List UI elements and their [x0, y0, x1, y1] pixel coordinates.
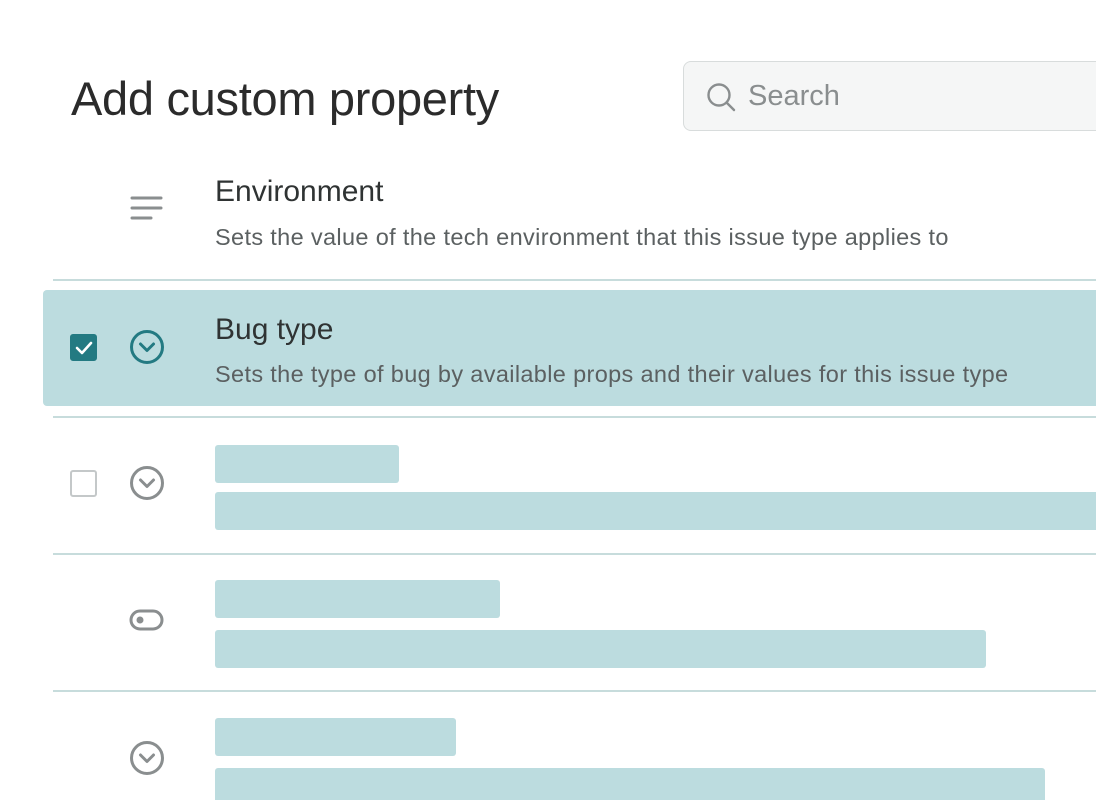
skeleton-description: [215, 492, 1096, 530]
property-title: Bug type: [215, 313, 334, 346]
chevron-down-circle-icon: [128, 328, 166, 366]
search-input[interactable]: [748, 74, 1088, 118]
row-divider: [53, 279, 1096, 281]
property-title: Environment: [215, 175, 384, 208]
row-divider: [53, 690, 1096, 692]
skeleton-description: [215, 768, 1045, 800]
row-divider: [53, 416, 1096, 418]
skeleton-title: [215, 445, 399, 483]
bug-type-checkbox[interactable]: [70, 334, 97, 361]
page-title: Add custom property: [71, 72, 499, 125]
property-checkbox[interactable]: [70, 470, 97, 497]
chevron-down-circle-icon: [128, 464, 166, 502]
text-lines-icon: [128, 190, 166, 228]
search-box[interactable]: [683, 61, 1096, 131]
search-icon: [706, 82, 736, 112]
property-description: Sets the type of bug by available props …: [215, 361, 1009, 387]
property-description: Sets the value of the tech environment t…: [215, 224, 949, 250]
skeleton-title: [215, 580, 500, 618]
row-divider: [53, 553, 1096, 555]
skeleton-title: [215, 718, 456, 756]
skeleton-description: [215, 630, 986, 668]
toggle-icon: [128, 601, 166, 639]
chevron-down-circle-icon: [128, 739, 166, 777]
